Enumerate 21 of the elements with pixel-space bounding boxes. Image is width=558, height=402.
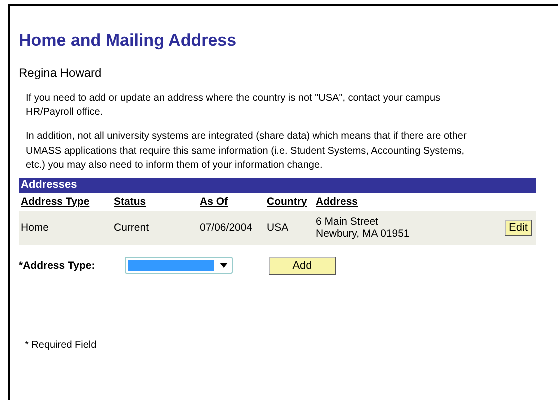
caret-icon xyxy=(220,263,228,268)
column-header: Status xyxy=(113,196,148,208)
person-name: Regina Howard xyxy=(19,66,103,80)
required-field-note: * Required Field xyxy=(25,340,98,350)
grid-title-bar: Addresses xyxy=(19,178,536,192)
page-title: Home and Mailing Address xyxy=(19,31,238,51)
table-cell-text: Home xyxy=(20,222,50,234)
column-header: Country xyxy=(266,196,308,208)
add-button[interactable]: Add xyxy=(269,256,336,274)
info-paragraph: In addition, not all university systems are integrated (share data) which means that if there are other UMASS applications that require this same information (i.e. Student Systems, Accounting Systems, etc.) you may also need to inform them of your information change. xyxy=(26,130,468,173)
field-label: *Address Type: xyxy=(19,260,96,272)
table-cell-text: 6 Main Street Newbury, MA 01951 xyxy=(315,216,411,240)
column-header: As Of xyxy=(199,196,230,208)
table-cell-text: USA xyxy=(266,222,290,234)
table-cell-text: Current xyxy=(113,222,150,234)
address-type-dropdown[interactable] xyxy=(125,257,233,274)
column-header: Address xyxy=(315,196,360,208)
column-header: Address Type xyxy=(20,196,91,208)
table-cell-text: 07/06/2004 xyxy=(199,222,254,234)
edit-button[interactable]: Edit xyxy=(505,220,532,236)
info-paragraph: If you need to add or update an address where the country is not "USA", contact your campus HR/Payroll office. xyxy=(26,92,442,120)
